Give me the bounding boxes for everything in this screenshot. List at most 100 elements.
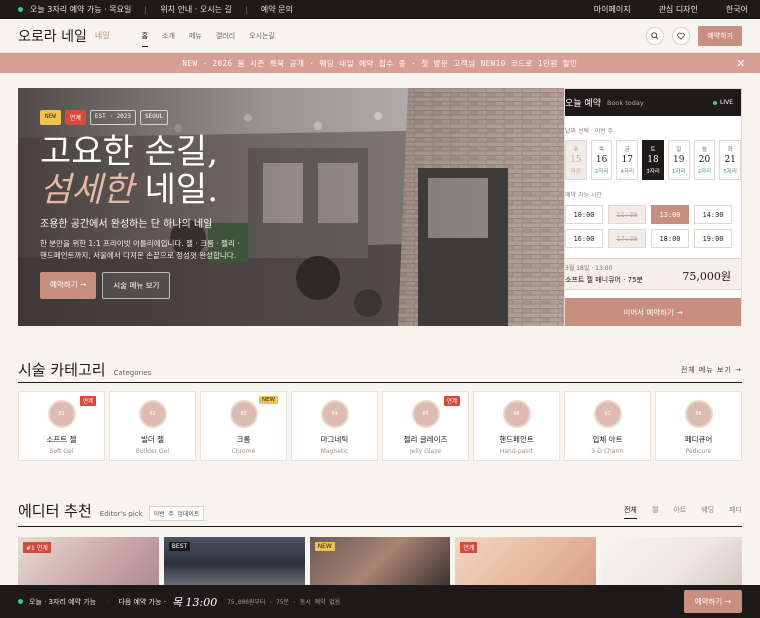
hero-content: NEW 연계 EST · 2023 SEOUL 고요한 손길, 섬세한 네일. … xyxy=(40,110,240,299)
main-nav: 홈 소개 메뉴 갤러리 오시는길 xyxy=(141,31,275,47)
editor-card[interactable] xyxy=(601,537,742,585)
category-card[interactable]: 연계 01 소프트 젤 Soft Gel xyxy=(18,391,105,461)
inquiry-link[interactable]: 예약 문의 xyxy=(261,4,293,15)
day-of-week: 목 xyxy=(599,147,605,153)
bottom-book-button[interactable]: 예약하기 → xyxy=(683,590,742,613)
category-list: 연계 01 소프트 젤 Soft Gel 02 빌더 젤 Builder Gel NEW 03 크… xyxy=(18,391,742,461)
category-name: 마그네틱 xyxy=(320,435,349,444)
time-slot[interactable]: 14:30 xyxy=(694,205,732,224)
continue-booking-button[interactable]: 이어서 예약하기 → xyxy=(565,298,741,326)
language-select[interactable]: 한국어 xyxy=(726,4,748,15)
wishlist-link[interactable]: 관심 디자인 xyxy=(659,4,698,15)
search-icon[interactable] xyxy=(646,26,665,45)
hero-description: 한 분만을 위한 1:1 프라이빗 아틀리에입니다. 젤 · 크롬 · 젤리 ·… xyxy=(40,239,240,260)
booking-panel: 오늘 예약 Book today LIVE 날짜 선택 · 이번 주 수 15 마감… xyxy=(564,88,742,326)
day-of-week: 일 xyxy=(676,147,682,153)
date-option[interactable]: 월 20 2자리 xyxy=(693,140,716,180)
day-of-week: 수 xyxy=(573,147,579,153)
mypage-link[interactable]: 마이페이지 xyxy=(594,4,631,15)
time-slot[interactable]: 19:00 xyxy=(694,229,732,248)
day-of-week: 금 xyxy=(624,147,630,153)
promo-text: NEW · 2026 봄 시즌 룩북 공개 · 웨딩 네일 예약 접수 중 · … xyxy=(182,58,578,68)
category-name-en: Chrome xyxy=(231,448,256,455)
see-all-menu-link[interactable]: 전체 메뉴 보기 → xyxy=(681,365,742,375)
category-badge: NEW xyxy=(258,396,278,404)
editor-filter-tabs: 전체 젤 아트 웨딩 페디 xyxy=(623,505,742,519)
category-card[interactable]: NEW 03 크롬 Chrome xyxy=(200,391,287,461)
logo-sub: 네일 xyxy=(94,31,110,40)
editor-title-en: Editor's pick xyxy=(99,510,143,518)
hero-banner: NEW 연계 EST · 2023 SEOUL 고요한 손길, 섬세한 네일. … xyxy=(18,88,564,326)
category-swatch-icon: 01 xyxy=(47,400,76,428)
category-card[interactable]: 04 마그네틱 Magnetic xyxy=(291,391,378,461)
category-name-en: Magnetic xyxy=(320,448,349,455)
editor-card[interactable]: #1 연계 xyxy=(18,537,159,585)
category-card[interactable]: 02 빌더 젤 Builder Gel xyxy=(109,391,196,461)
status-dot-icon xyxy=(18,7,23,12)
hero-book-button[interactable]: 예약하기 → xyxy=(40,272,97,299)
hero-menu-button[interactable]: 시술 메뉴 보기 xyxy=(102,272,171,299)
category-card[interactable]: 07 입체 아트 3-D Charm xyxy=(564,391,651,461)
top-info-bar: 오늘 3자리 예약 가능 · 목요일 위치 안내 · 오시는 길 예약 문의 마… xyxy=(0,0,760,19)
category-swatch-icon: 02 xyxy=(138,400,167,428)
header-book-button[interactable]: 예약하기 xyxy=(698,25,742,46)
logo[interactable]: 오로라 네일 xyxy=(18,26,87,46)
day-slots: 1자리 xyxy=(671,169,686,175)
nav-directions[interactable]: 오시는길 xyxy=(249,31,275,41)
bottom-status: 오늘 · 3자리 예약 가능 xyxy=(29,597,97,606)
day-slots: 5자리 xyxy=(723,169,737,175)
editor-tab[interactable]: 젤 xyxy=(652,505,658,519)
day-slots: 4자리 xyxy=(620,169,635,175)
category-card[interactable]: 08 페디큐어 Pedicure xyxy=(655,391,742,461)
editor-tab[interactable]: 웨딩 xyxy=(701,505,714,519)
date-option[interactable]: 목 16 2자리 xyxy=(590,140,613,180)
category-name-en: Builder Gel xyxy=(135,448,170,455)
booking-header: 오늘 예약 Book today LIVE xyxy=(565,89,741,116)
time-label: 예약 가능 시간 xyxy=(565,192,602,199)
weekly-update-tag: 이번 주 업데이트 xyxy=(148,506,205,521)
day-number: 19 xyxy=(673,155,685,165)
day-number: 21 xyxy=(724,155,736,165)
editor-tab[interactable]: 전체 xyxy=(623,505,637,519)
close-icon[interactable]: ✕ xyxy=(736,57,746,70)
category-name-en: Pedicure xyxy=(685,448,712,455)
nav-menu[interactable]: 메뉴 xyxy=(189,31,202,41)
date-picker: 수 15 마감 목 16 2자리 금 17 4자리 토 18 3자리 일 19 1자리 월 20 2자리 화 21 5자… xyxy=(565,140,742,180)
editor-card[interactable]: BEST xyxy=(163,537,305,585)
category-card[interactable]: 연계 05 젤리 글레이즈 Jelly Glaze xyxy=(382,391,469,461)
location-link[interactable]: 위치 안내 · 오시는 길 xyxy=(160,4,232,15)
editor-card[interactable]: NEW xyxy=(309,537,451,585)
day-slots: 2자리 xyxy=(697,169,712,175)
date-option[interactable]: 금 17 4자리 xyxy=(616,140,639,180)
category-card[interactable]: 06 핸드페인트 Hand-paint xyxy=(473,391,560,461)
nav-gallery[interactable]: 갤러리 xyxy=(216,31,235,41)
time-slot[interactable]: 10:00 xyxy=(565,205,603,224)
heart-icon[interactable] xyxy=(672,26,691,45)
hero-chips: NEW 연계 EST · 2023 SEOUL xyxy=(40,110,240,125)
category-swatch-icon: 08 xyxy=(684,400,713,428)
category-swatch-icon: 03 xyxy=(229,400,258,428)
category-swatch-icon: 04 xyxy=(320,400,349,428)
time-slot[interactable]: 18:00 xyxy=(651,229,689,248)
category-name-en: Soft Gel xyxy=(49,448,74,455)
editor-tab[interactable]: 아트 xyxy=(673,505,686,519)
categories-title-en: Categories xyxy=(113,369,152,377)
categories-title: 시술 카테고리 Categories xyxy=(18,359,151,380)
time-slot: 11:30 xyxy=(608,205,646,224)
hero-title: 고요한 손길, 섬세한 네일. xyxy=(40,133,240,209)
category-badge: 연계 xyxy=(79,396,96,406)
date-option[interactable]: 화 21 5자리 xyxy=(719,140,742,180)
time-slot[interactable]: 13:00 xyxy=(651,205,689,224)
date-option: 수 15 마감 xyxy=(565,140,587,180)
time-slot[interactable]: 16:00 xyxy=(565,229,603,248)
category-badge: 연계 xyxy=(443,396,460,406)
editor-tab[interactable]: 페디 xyxy=(729,505,742,519)
date-option[interactable]: 일 19 1자리 xyxy=(667,140,690,180)
nav-about[interactable]: 소개 xyxy=(162,31,175,41)
nav-home[interactable]: 홈 xyxy=(141,31,149,47)
category-swatch-icon: 05 xyxy=(411,400,440,428)
site-header: 오로라 네일 네일 홈 소개 메뉴 갤러리 오시는길 예약하기 xyxy=(0,19,760,53)
editor-card[interactable]: 연계 xyxy=(455,537,597,585)
date-option[interactable]: 토 18 3자리 xyxy=(642,140,664,180)
card-badge: NEW xyxy=(314,542,335,551)
